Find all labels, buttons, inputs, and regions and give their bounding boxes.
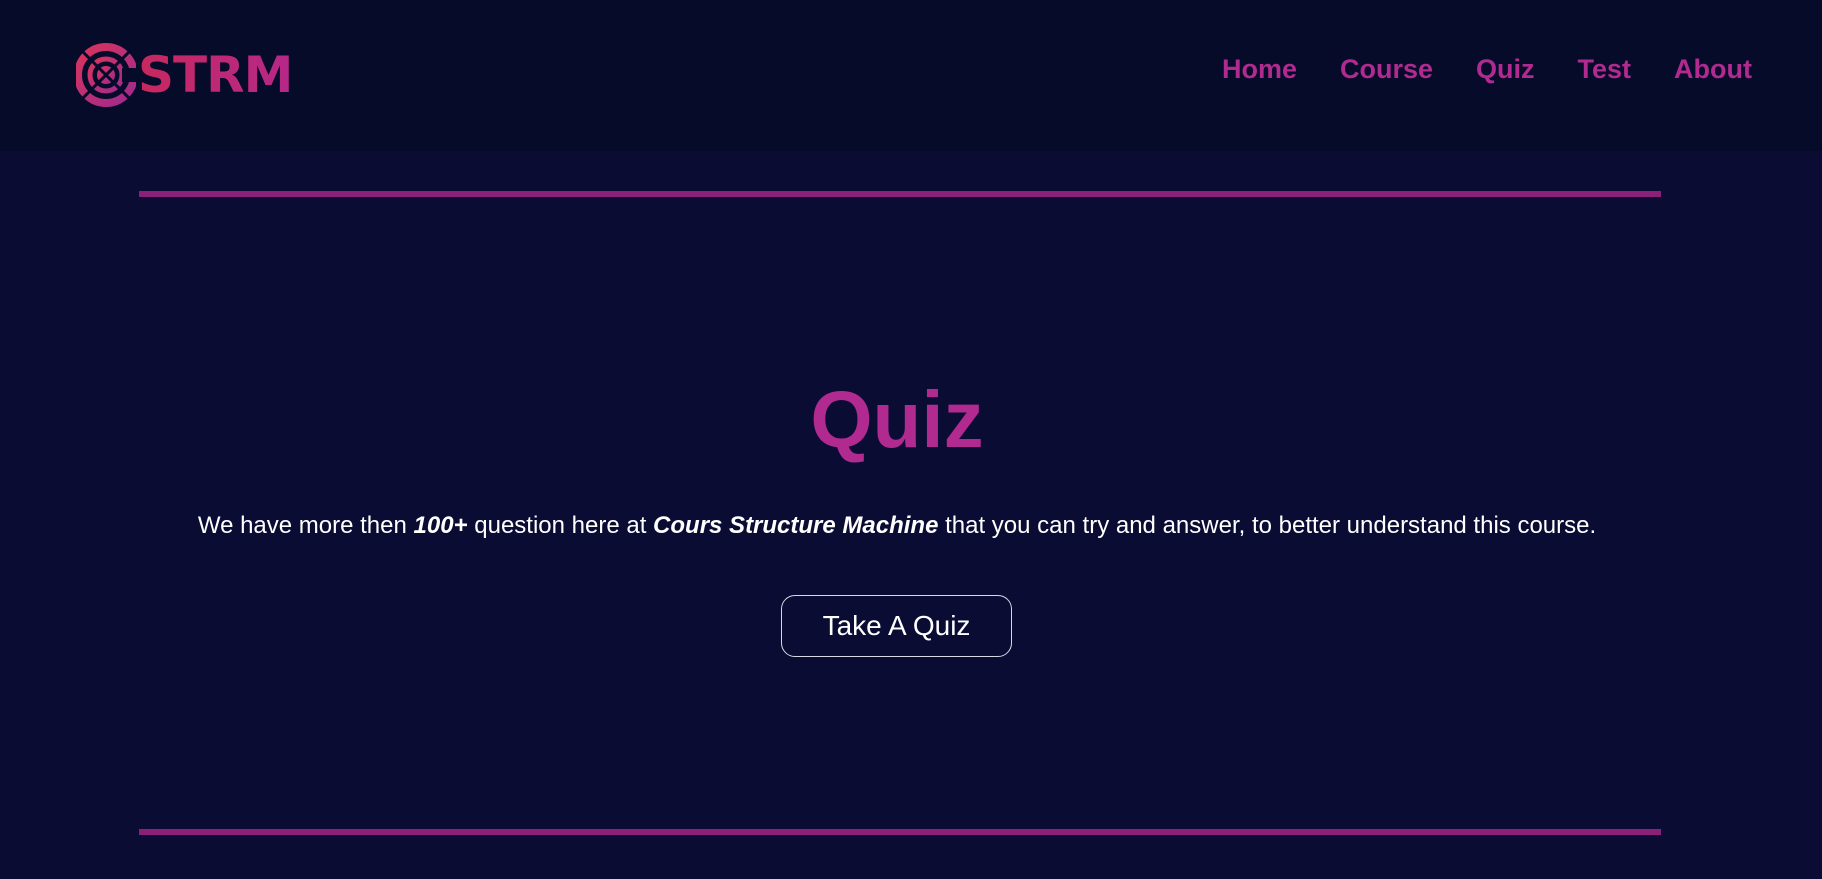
desc-highlight-count: 100+ <box>413 512 468 539</box>
desc-text-3: that you can try and answer, to better u… <box>938 512 1597 539</box>
top-divider <box>139 191 1661 197</box>
nav-home-link[interactable]: Home <box>1222 54 1297 85</box>
desc-highlight-course: Cours Structure Machine <box>653 512 939 539</box>
page-title: Quiz <box>810 375 984 464</box>
nav-about-link[interactable]: About <box>1674 54 1752 85</box>
desc-text-1: We have more then <box>197 512 414 539</box>
take-quiz-button[interactable]: Take A Quiz <box>781 595 1012 657</box>
main-nav: Home Course Quiz Test About <box>1222 54 1752 85</box>
nav-quiz-link[interactable]: Quiz <box>1476 54 1535 85</box>
site-header: STRM Home Course Quiz Test About <box>0 0 1822 151</box>
desc-text-2: question here at <box>467 512 654 539</box>
bottom-divider <box>139 829 1661 835</box>
brand-name: STRM <box>138 42 293 108</box>
target-rings-icon <box>76 43 136 107</box>
nav-test-link[interactable]: Test <box>1578 54 1632 85</box>
brand-logo[interactable]: STRM <box>76 40 293 110</box>
quiz-description: We have more then 100+ question here at … <box>0 510 1794 542</box>
nav-course-link[interactable]: Course <box>1340 54 1433 85</box>
